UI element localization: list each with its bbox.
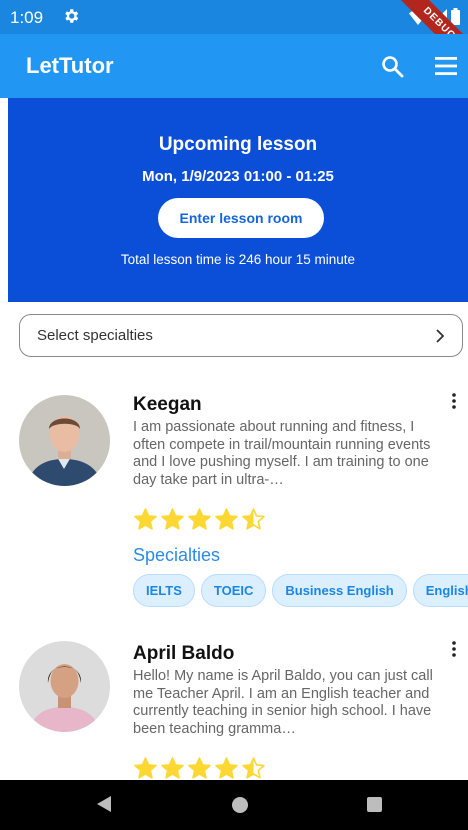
select-specialties-dropdown[interactable]: Select specialties bbox=[19, 314, 463, 357]
recent-apps-icon[interactable] bbox=[367, 797, 382, 812]
star-full-icon bbox=[161, 508, 184, 530]
upcoming-date: Mon, 1/9/2023 01:00 - 01:25 bbox=[142, 168, 334, 185]
total-lesson-time: Total lesson time is 246 hour 15 minute bbox=[120, 252, 356, 267]
status-time: 1:09 bbox=[10, 8, 44, 27]
chevron-right-icon bbox=[436, 329, 445, 343]
star-half-icon bbox=[242, 508, 265, 530]
upcoming-lesson-banner: Upcoming lesson Mon, 1/9/2023 01:00 - 01… bbox=[8, 98, 468, 302]
tutor-name: April Baldo bbox=[133, 643, 235, 664]
specialty-chip-business-english[interactable]: Business English bbox=[272, 574, 407, 607]
star-full-icon bbox=[161, 757, 184, 779]
home-icon[interactable] bbox=[232, 797, 248, 813]
more-options-icon[interactable] bbox=[450, 640, 458, 658]
tutor-description: Hello! My name is April Baldo, you can j… bbox=[133, 668, 433, 737]
rating-stars bbox=[133, 756, 266, 781]
menu-icon[interactable] bbox=[434, 56, 458, 76]
app-title: LetTutor bbox=[26, 53, 114, 78]
back-icon[interactable] bbox=[96, 795, 112, 813]
specialties-title: Specialties bbox=[133, 545, 221, 565]
rating-stars bbox=[133, 507, 266, 532]
specialty-chip-toeic[interactable]: TOEIC bbox=[200, 574, 267, 607]
star-full-icon bbox=[134, 757, 157, 779]
specialty-chips: IELTS TOEIC Business English English bbox=[133, 574, 468, 607]
search-icon[interactable] bbox=[380, 54, 404, 78]
system-nav-bar bbox=[0, 780, 468, 830]
star-full-icon bbox=[215, 508, 238, 530]
tutor-description: I am passionate about running and fitnes… bbox=[133, 419, 431, 488]
more-options-icon[interactable] bbox=[450, 392, 458, 410]
app-bar: LetTutor bbox=[0, 34, 468, 98]
star-full-icon bbox=[188, 508, 211, 530]
specialty-chip-ielts[interactable]: IELTS bbox=[133, 574, 195, 607]
tutor-avatar bbox=[19, 395, 110, 486]
star-half-icon bbox=[242, 757, 265, 779]
star-full-icon bbox=[215, 757, 238, 779]
upcoming-title: Upcoming lesson bbox=[158, 134, 318, 155]
settings-gear-icon bbox=[65, 9, 79, 23]
status-bar: 1:09 bbox=[0, 0, 468, 34]
star-full-icon bbox=[188, 757, 211, 779]
specialty-chip-english[interactable]: English bbox=[412, 574, 468, 607]
tutor-name: Keegan bbox=[133, 394, 202, 415]
enter-lesson-room-button[interactable]: Enter lesson room bbox=[158, 198, 324, 238]
star-full-icon bbox=[134, 508, 157, 530]
select-specialties-label: Select specialties bbox=[37, 327, 153, 344]
tutor-avatar bbox=[19, 641, 110, 732]
